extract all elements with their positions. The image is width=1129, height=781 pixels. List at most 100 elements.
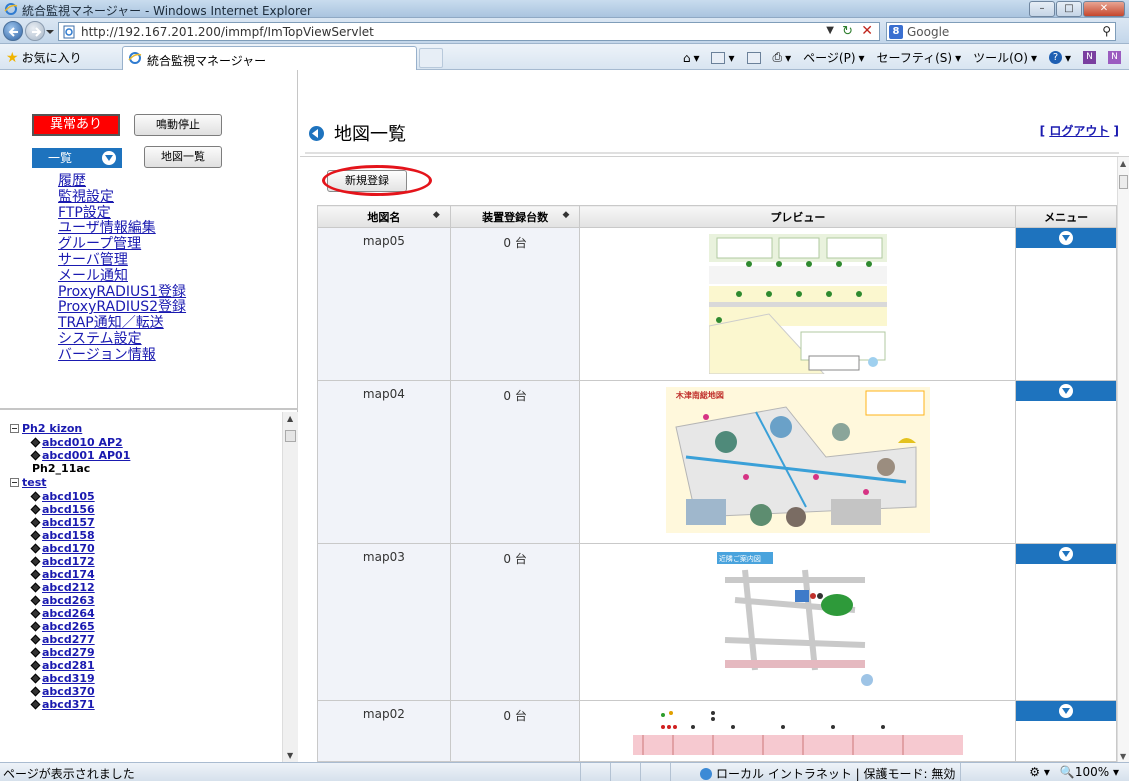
tree-item-label[interactable]: abcd156 — [42, 503, 95, 516]
stop-icon[interactable]: ✕ — [861, 23, 873, 39]
tree-item[interactable]: abcd277 — [30, 633, 95, 646]
menu-link-proxyradius2[interactable]: ProxyRADIUS2登録 — [58, 300, 186, 316]
tree-item[interactable]: abcd319 — [30, 672, 95, 685]
tree-item-label[interactable]: abcd277 — [42, 633, 95, 646]
tree-item-label[interactable]: abcd010 AP2 — [42, 436, 123, 449]
search-icon[interactable]: ⚲ — [1102, 24, 1111, 38]
tree-item[interactable]: abcd174 — [30, 568, 95, 581]
menu-link-server-management[interactable]: サーバ管理 — [58, 252, 186, 269]
collapse-icon[interactable] — [10, 478, 19, 487]
row-menu-button[interactable] — [1016, 228, 1116, 248]
tree-item[interactable]: abcd156 — [30, 503, 95, 516]
row-menu-button[interactable] — [1016, 701, 1116, 721]
tree-item[interactable]: abcd371 — [30, 698, 95, 711]
tree-item-label[interactable]: abcd371 — [42, 698, 95, 711]
new-tab-button[interactable] — [419, 48, 443, 68]
tree-item[interactable]: abcd158 — [30, 529, 95, 542]
map03-preview[interactable]: 近隣ご案内図 — [714, 550, 881, 692]
menu-link-user-edit[interactable]: ユーザ情報編集 — [58, 221, 186, 237]
tree-item-label[interactable]: abcd370 — [42, 685, 95, 698]
map04-preview[interactable]: 木津南総地図 — [665, 387, 930, 533]
content-scrollbar[interactable]: ▲ ▼ — [1117, 157, 1129, 762]
tree-item[interactable]: abcd370 — [30, 685, 95, 698]
scroll-thumb[interactable] — [285, 430, 296, 442]
tree-item[interactable]: abcd265 — [30, 620, 95, 633]
protected-mode-icon[interactable]: ⚙ ▾ — [1029, 765, 1050, 779]
menu-link-version-info[interactable]: バージョン情報 — [58, 347, 186, 364]
tree-item-label[interactable]: abcd319 — [42, 672, 95, 685]
tree-item[interactable]: abcd157 — [30, 516, 95, 529]
tree-item[interactable]: abcd105 — [30, 490, 95, 503]
security-zone[interactable]: ローカル イントラネット | 保護モード: 無効 — [700, 765, 955, 781]
tree-item-label[interactable]: abcd265 — [42, 620, 95, 633]
tree-scrollbar[interactable]: ▲ ▼ — [282, 412, 298, 762]
url-field[interactable]: http://192.167.201.200/immpf/ImTopViewSe… — [58, 22, 880, 41]
tree-item[interactable]: abcd172 — [30, 555, 95, 568]
print-button[interactable]: ⎙ ▾ — [773, 50, 792, 65]
column-header-map-name[interactable]: 地図名 ◆ — [317, 205, 451, 228]
scroll-up-icon[interactable]: ▲ — [287, 414, 293, 423]
scroll-down-icon[interactable]: ▼ — [287, 751, 293, 760]
menu-link-monitor-settings[interactable]: 監視設定 — [58, 189, 186, 206]
menu-link-trap[interactable]: TRAP通知／転送 — [58, 315, 186, 332]
recent-pages-dropdown-icon[interactable] — [46, 28, 54, 36]
home-button[interactable]: ⌂ ▾ — [683, 51, 700, 65]
collapse-icon[interactable] — [10, 424, 19, 433]
tools-menu[interactable]: ツール(O) ▾ — [973, 49, 1037, 66]
tree-group-label[interactable]: Ph2 kizon — [22, 422, 82, 435]
tree-item[interactable]: abcd212 — [30, 581, 95, 594]
tree-group-label[interactable]: test — [22, 476, 47, 489]
map05-preview-image[interactable] — [708, 234, 887, 374]
menu-link-proxyradius1[interactable]: ProxyRADIUS1登録 — [58, 284, 186, 301]
tree-item-label[interactable]: abcd263 — [42, 594, 95, 607]
refresh-icon[interactable]: ↻ — [842, 24, 853, 39]
url-dropdown-icon[interactable]: ▼ — [826, 25, 834, 36]
map-list-button[interactable]: 地図一覧 — [144, 146, 222, 168]
tree-item-label[interactable]: abcd172 — [42, 555, 95, 568]
tree-item-label[interactable]: abcd001 AP01 — [42, 449, 130, 462]
menu-link-mail-notification[interactable]: メール通知 — [58, 268, 186, 285]
tree-item-label[interactable]: abcd264 — [42, 607, 95, 620]
scroll-down-icon[interactable]: ▼ — [1120, 752, 1126, 761]
tree-item-label[interactable]: abcd158 — [42, 529, 95, 542]
close-window-button[interactable]: ✕ — [1083, 1, 1125, 17]
tree-item[interactable]: abcd281 — [30, 659, 95, 672]
minimize-button[interactable]: – — [1029, 1, 1055, 17]
tree-item[interactable]: abcd264 — [30, 607, 95, 620]
tree-item[interactable]: abcd170 — [30, 542, 95, 555]
favorites-button[interactable]: ★ お気に入り — [6, 49, 82, 66]
tree-item[interactable]: abcd001 AP01 — [30, 449, 130, 462]
tree-item[interactable]: abcd263 — [30, 594, 95, 607]
page-menu[interactable]: ページ(P) ▾ — [803, 49, 864, 66]
tree-item-label[interactable]: abcd212 — [42, 581, 95, 594]
menu-link-history[interactable]: 履歴 — [58, 173, 186, 190]
forward-button[interactable] — [25, 21, 45, 41]
mail-button[interactable] — [746, 51, 761, 64]
stop-alarm-button[interactable]: 鳴動停止 — [134, 114, 222, 136]
scroll-thumb[interactable] — [1119, 175, 1128, 189]
logout-link[interactable]: ログアウト — [1049, 124, 1109, 138]
row-menu-button[interactable] — [1016, 544, 1116, 564]
zoom-control[interactable]: 🔍100% ▾ — [1060, 765, 1119, 779]
onenote-send-button[interactable]: N — [1108, 51, 1121, 64]
scroll-up-icon[interactable]: ▲ — [1120, 159, 1126, 168]
browser-tab[interactable]: 統合監視マネージャー — [122, 46, 417, 70]
tree-item[interactable]: abcd279 — [30, 646, 95, 659]
feeds-button[interactable]: ▾ — [711, 51, 735, 65]
sort-icon[interactable]: ◆ — [563, 210, 570, 220]
tree-item-label[interactable]: abcd174 — [42, 568, 95, 581]
tree-item-label[interactable]: abcd281 — [42, 659, 95, 672]
row-menu-button[interactable] — [1016, 381, 1116, 401]
view-dropdown[interactable]: 一覧 — [32, 148, 122, 168]
back-button[interactable] — [3, 21, 23, 41]
tree-item-label[interactable]: abcd157 — [42, 516, 95, 529]
maximize-button[interactable]: □ — [1056, 1, 1082, 17]
search-field[interactable]: 8 Google ⚲ — [886, 22, 1116, 41]
tree-item-label[interactable]: abcd105 — [42, 490, 95, 503]
back-circle-icon[interactable] — [309, 125, 324, 141]
column-header-device-count[interactable]: 装置登録台数 ◆ — [449, 205, 581, 228]
tree-group-ph2-kizon[interactable]: Ph2 kizon — [10, 422, 82, 435]
onenote-button[interactable]: N — [1083, 51, 1096, 64]
menu-link-system-settings[interactable]: システム設定 — [58, 331, 186, 348]
alert-button[interactable]: 異常あり — [32, 114, 120, 136]
